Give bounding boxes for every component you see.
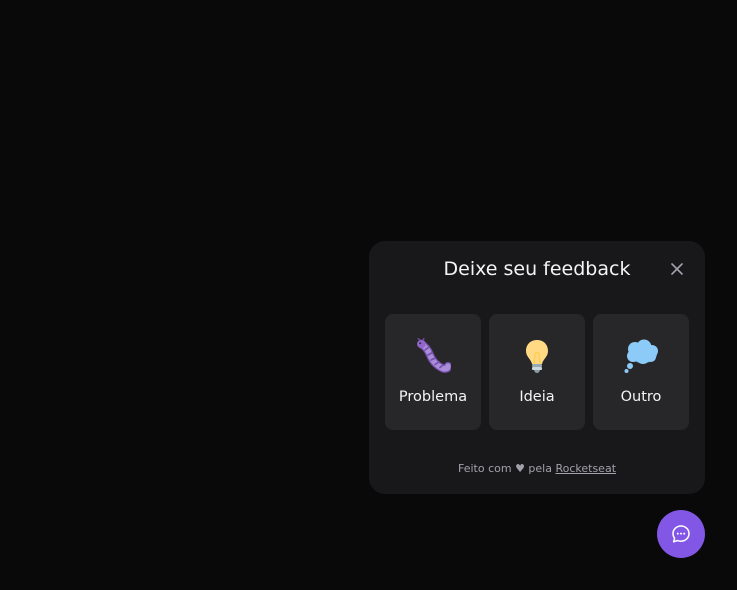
feedback-type-other[interactable]: Outro <box>593 314 689 430</box>
feedback-type-label: Problema <box>398 389 468 405</box>
thought-cloud-icon <box>624 339 658 373</box>
chat-icon <box>672 525 690 543</box>
bug-icon <box>417 338 451 373</box>
close-button[interactable] <box>667 259 687 279</box>
close-icon <box>671 263 683 275</box>
feedback-type-list: Problema Ideia Outro <box>385 314 689 430</box>
rocketseat-link[interactable]: Rocketseat <box>555 462 616 475</box>
widget-header: Deixe seu feedback <box>369 241 705 299</box>
feedback-type-label: Ideia <box>519 389 555 405</box>
widget-footer: Feito com ♥ pela Rocketseat <box>369 462 705 476</box>
feedback-widget: Deixe seu feedback Problema Ideia Outro … <box>369 241 705 494</box>
widget-title: Deixe seu feedback <box>443 258 631 280</box>
feedback-type-label: Outro <box>620 389 662 405</box>
feedback-type-idea[interactable]: Ideia <box>489 314 585 430</box>
feedback-type-problem[interactable]: Problema <box>385 314 481 430</box>
feedback-toggle-button[interactable] <box>657 510 705 558</box>
lightbulb-icon <box>526 340 548 373</box>
footer-text: Feito com ♥ pela <box>457 462 552 475</box>
